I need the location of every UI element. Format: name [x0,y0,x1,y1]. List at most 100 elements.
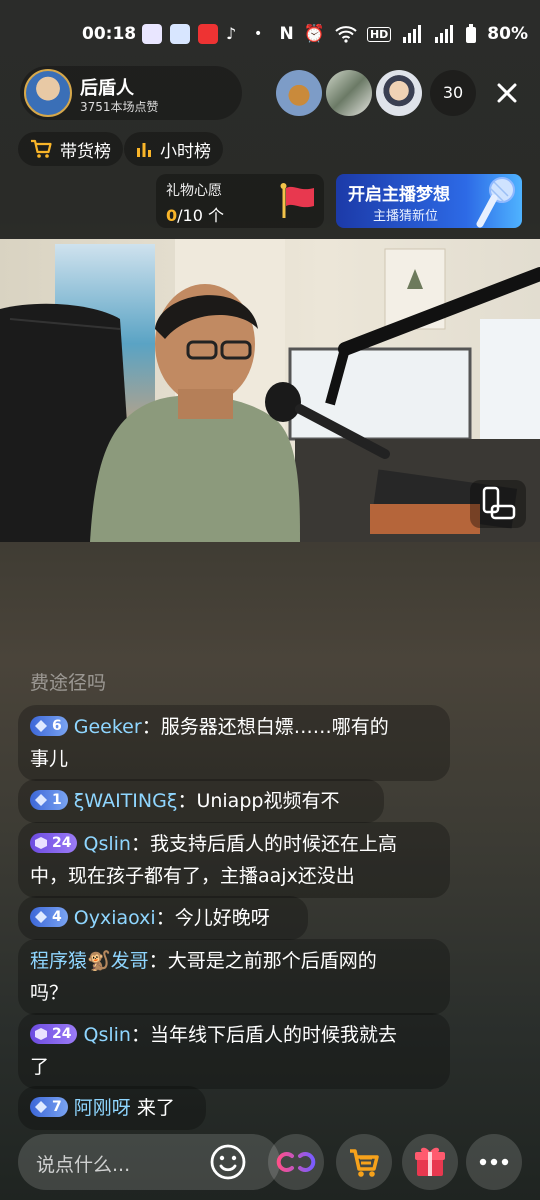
host-name[interactable]: 后盾人 [80,74,134,100]
link-button[interactable] [268,1134,324,1190]
comment-user[interactable]: Oyxiaoxi [74,907,156,929]
host-likes: 3751本场点赞 [80,100,159,114]
comment-item[interactable]: 24 Qslin：我支持后盾人的时候还在上高中，现在孩子都有了，主播aajx还没出 [18,822,450,898]
dot-icon: • [254,26,263,42]
cart-icon [31,139,52,158]
nfc-icon: N [279,24,294,44]
bar-chart-icon [137,143,151,157]
hour-rank-button[interactable]: 小时榜 [124,132,223,166]
close-icon [497,83,517,103]
wifi-icon [335,26,357,43]
host-avatar[interactable] [24,69,72,117]
level-badge: 24 [30,832,78,853]
news-app-icon [198,24,218,44]
notification-app-icon [170,24,190,44]
hd-icon: HD [366,26,392,42]
level-number: 24 [52,834,72,851]
gift-wish-title: 礼物心愿 [166,183,222,199]
comment-user[interactable]: 阿刚呀 [74,1097,131,1119]
level-badge: 6 [30,715,68,736]
viewer-avatar[interactable] [376,70,422,116]
gift-wish-progress: 0/10 个 [166,202,224,226]
dream-banner-title: 开启主播梦想 [348,185,450,205]
level-badge: 1 [30,789,68,810]
signal-4g-icon [435,25,454,43]
more-icon [479,1158,509,1166]
viewer-avatar[interactable] [276,70,322,116]
gift-wish-total: /10 个 [177,206,224,225]
gift-icon [415,1147,445,1176]
live-video[interactable] [0,239,540,542]
diamond-icon [35,719,47,732]
comment-item[interactable]: 24 Qslin：当年线下后盾人的时候我就去了 [18,1013,450,1089]
signal-5g-icon [403,25,422,43]
comment-separator: ： [141,716,161,738]
viewer-avatar[interactable] [326,70,372,116]
comment-text: Uniapp视频有不 [196,790,340,812]
more-button[interactable] [466,1134,522,1190]
comment-faded: 费途径吗 [30,672,107,694]
level-number: 4 [52,908,62,925]
diamond-icon [35,793,47,806]
rotate-screen-button[interactable] [470,480,526,528]
hour-rank-label: 小时榜 [160,141,211,162]
comment-item[interactable]: 4 Oyxiaoxi：今儿好晚呀 [18,896,308,940]
battery-level: 80% [487,24,528,44]
level-badge: 4 [30,906,68,927]
comment-user[interactable]: Qslin [83,833,130,855]
shopping-cart-icon [350,1149,379,1177]
link-icon [276,1152,316,1172]
flag-icon [280,183,314,218]
comment-text: 大哥是之前那个后盾网的 [167,950,377,972]
comment-text: 来了 [136,1097,175,1119]
diamond-icon [35,910,47,923]
battery-icon [466,24,477,43]
comment-text: 我支持后盾人的时候还在上高 [149,833,397,855]
emoji-icon [210,1144,246,1180]
comment-text: 吗？ [30,982,69,1004]
level-number: 7 [52,1098,62,1115]
sales-rank-button[interactable]: 带货榜 [18,132,123,166]
shop-button[interactable] [336,1134,392,1190]
gift-wish-current: 0 [166,206,178,225]
comment-separator: ： [177,790,197,812]
comment-item[interactable]: 1 ξWAITINGξ：Uniapp视频有不 [18,779,384,823]
status-bar: 00:18 ♪ • N ⏰ HD 80% [0,18,540,54]
diamond-icon [35,836,47,849]
level-number: 1 [52,791,62,808]
comment-user[interactable]: Geeker [74,716,142,738]
dream-banner-subtitle: 主播猜新位 [373,209,439,224]
status-time: 00:18 [82,24,137,44]
comment-separator: ： [130,1024,150,1046]
viewer-count[interactable]: 30 [430,70,476,116]
rotate-screen-icon [470,480,526,528]
comment-user[interactable]: ξWAITINGξ [74,790,178,812]
emoji-button[interactable] [208,1142,248,1182]
diamond-icon [35,1027,47,1040]
comment-user[interactable]: 程序猿🐒发哥 [30,950,149,972]
comment-item[interactable]: 程序猿🐒发哥：大哥是之前那个后盾网的吗？ [18,939,450,1015]
close-button[interactable] [488,74,526,112]
comment-text: 事儿 [30,748,69,770]
gift-button[interactable] [402,1134,458,1190]
diamond-icon [35,1100,47,1113]
comment-text: 今儿好晚呀 [174,907,270,929]
comment-separator: ： [148,950,168,972]
comment-text: 服务器还想白嫖……哪有的 [160,716,389,738]
tiktok-icon: ♪ [226,24,237,43]
level-badge: 7 [30,1096,68,1117]
level-badge: 24 [30,1023,78,1044]
comment-input-placeholder[interactable]: 说点什么... [36,1150,130,1177]
microphone-icon [476,177,515,228]
comment-separator: ： [130,833,150,855]
comment-item[interactable]: 7 阿刚呀 来了 [18,1086,206,1130]
comment-text: 当年线下后盾人的时候我就去 [149,1024,397,1046]
level-number: 6 [52,717,62,734]
comment-text: 中，现在孩子都有了，主播aajx还没出 [30,865,355,887]
comment-user[interactable]: Qslin [83,1024,130,1046]
alarm-icon: ⏰ [303,24,325,44]
comment-item[interactable]: 6 Geeker：服务器还想白嫖……哪有的事儿 [18,705,450,781]
sales-rank-label: 带货榜 [60,141,111,162]
comment-text: 了 [30,1056,50,1078]
live-video-frame [0,239,540,542]
